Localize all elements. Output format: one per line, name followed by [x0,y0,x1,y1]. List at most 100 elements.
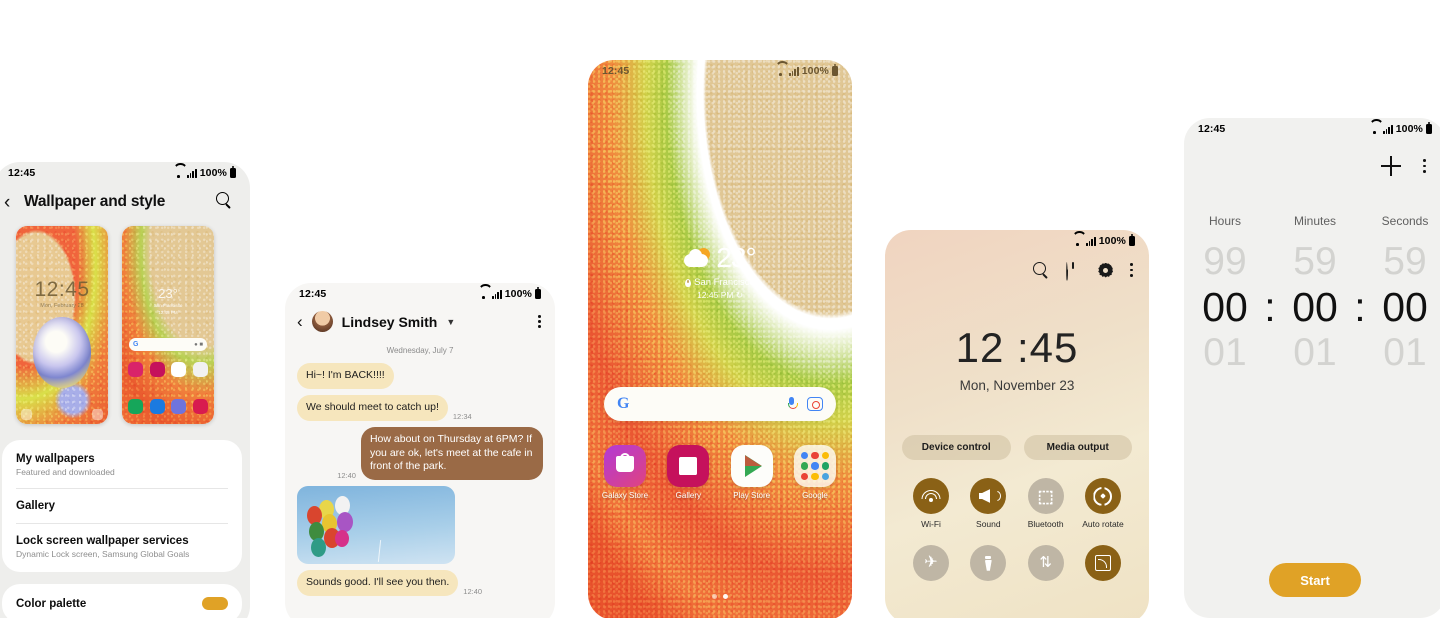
data-usage-icon: ⇅ [1027,545,1064,582]
picker-current-value: 00 [1292,283,1338,330]
picker-next-value: 01 [1383,330,1427,374]
conversation-header: ‹ Lindsey Smith ▼ [285,305,555,340]
auto-rotate-icon [1084,478,1121,514]
status-icons [173,168,197,178]
tile-mobile-hotspot[interactable] [1079,545,1127,582]
home-screen-preview[interactable]: 23° San Francisco 12:45 PM G ● ■ [122,226,214,424]
search-icon[interactable] [216,192,236,212]
row-my-wallpapers[interactable]: My wallpapers Featured and downloaded [2,442,242,488]
signal-icon [788,66,799,76]
status-bar: 12:45 100% [1184,118,1440,140]
settings-gear-icon[interactable] [1098,263,1113,278]
wifi-icon [1369,125,1380,134]
tile-sound[interactable]: Sound [964,478,1012,529]
google-search-bar[interactable]: G [604,387,836,421]
tile-data-usage[interactable]: ⇅ [1022,545,1070,582]
timer-separator: : [1354,284,1366,331]
message-row: 12:40 How about on Thursday at 6PM? If y… [297,426,543,481]
timer-separator: : [1264,284,1276,331]
day-label: Wednesday, July 7 [386,346,454,355]
row-title: My wallpapers [16,453,95,465]
picker-seconds[interactable]: 59 00 01 [1371,240,1439,376]
start-button[interactable]: Start [1269,563,1361,597]
page-indicator[interactable] [588,594,852,599]
quick-panel-header [885,252,1149,281]
media-output-button[interactable]: Media output [1023,435,1132,460]
weather-updated-time: 12:45 PM [697,290,734,300]
gallery-icon [667,445,710,487]
galaxy-store-icon [604,445,646,487]
tile-bluetooth[interactable]: ⬚ Bluetooth [1022,478,1070,529]
location-pin-icon [685,278,692,287]
app-google-folder[interactable]: Google [790,445,840,500]
tile-label: Bluetooth [1027,519,1064,529]
battery-icon [832,64,838,76]
app-label: Play Store [733,491,771,500]
picker-hours[interactable]: 99 00 01 [1191,240,1259,376]
timer-column-labels: Hours Minutes Seconds [1184,214,1440,228]
lock-screen-preview[interactable]: 12:45 Mon, February 28 [16,226,108,424]
chevron-left-icon[interactable]: ‹ [297,312,303,332]
battery-icon [230,166,236,178]
app-row-1: Galaxy Store Gallery Play Store Google [600,445,840,500]
battery-icon [1426,122,1432,134]
message-bubble[interactable]: Hi~! I'm BACK!!!! [297,363,394,389]
picker-minutes[interactable]: 59 00 01 [1281,240,1349,376]
power-icon[interactable] [1066,261,1081,281]
picker-prev-value: 59 [1293,240,1337,283]
more-vertical-icon[interactable] [1130,263,1133,277]
app-gallery[interactable]: Gallery [663,445,713,500]
status-bar: 12:45 100% [588,60,852,82]
avatar[interactable] [311,311,333,332]
more-vertical-icon[interactable] [538,314,541,329]
message-bubble[interactable]: How about on Thursday at 6PM? If you are… [360,426,543,481]
preview-temp: 23° [158,286,178,301]
weather-widget[interactable]: 23° San Francisco 12:45 PM ↻ [588,242,852,301]
device-control-button[interactable]: Device control [902,435,1011,460]
battery-percent: 100% [801,65,829,77]
airplane-mode-icon: ✈ [913,545,949,582]
status-time: 12:45 [299,288,327,300]
palette-swatch[interactable] [202,597,228,610]
row-lock-screen-wallpaper-services[interactable]: Lock screen wallpaper services Dynamic L… [2,524,242,570]
microphone-icon[interactable] [787,397,798,411]
chevron-left-icon[interactable]: ‹ [4,193,24,212]
label-hours: Hours [1208,214,1241,228]
message-bubble[interactable]: Sounds good. I'll see you then. [297,570,459,597]
preview-dock-row [128,399,208,414]
app-galaxy-store[interactable]: Galaxy Store [600,445,650,500]
degree-symbol: ° [745,242,756,273]
balloons-photo[interactable] [297,486,455,565]
quick-tiles-row-2: ✈ ⇅ [885,545,1149,582]
wifi-icon [775,67,786,76]
preview-updated: 12:45 PM [158,310,178,315]
preview-app-row [128,362,208,377]
tile-wifi[interactable]: Wi-Fi [907,478,955,529]
status-bar: 12:45 100% [0,162,250,184]
quick-panel-clock[interactable]: 12 :45 Mon, November 23 [885,324,1149,393]
search-icon[interactable] [1033,262,1049,278]
tile-airplane-mode[interactable]: ✈ [907,545,955,582]
wallpaper-texture [588,60,852,618]
row-gallery[interactable]: Gallery [2,489,242,523]
row-color-palette[interactable]: Color palette [2,586,242,618]
more-vertical-icon[interactable] [1423,159,1426,173]
tile-flashlight[interactable] [964,545,1012,582]
add-icon[interactable] [1381,156,1402,176]
row-subtitle: Featured and downloaded [16,467,115,477]
app-bar: ‹ Wallpaper and style [0,184,250,222]
message-time: 12:40 [337,471,356,481]
clock-date: Mon, November 23 [959,378,1075,393]
play-store-icon [730,445,773,487]
message-time: 12:40 [463,587,483,597]
timer-phone: 12:45 100% Hours Minutes Seconds 99 00 0… [1184,118,1440,618]
label-seconds: Seconds [1381,214,1429,228]
chevron-down-icon[interactable]: ▼ [446,317,455,327]
weather-temp: 23 [716,242,746,273]
picker-next-value: 01 [1203,330,1247,374]
app-play-store[interactable]: Play Store [727,445,777,500]
label-minutes: Minutes [1293,214,1337,228]
message-bubble[interactable]: We should meet to catch up! [297,394,448,421]
tile-auto-rotate[interactable]: Auto rotate [1079,478,1127,529]
google-lens-icon[interactable] [807,397,823,411]
